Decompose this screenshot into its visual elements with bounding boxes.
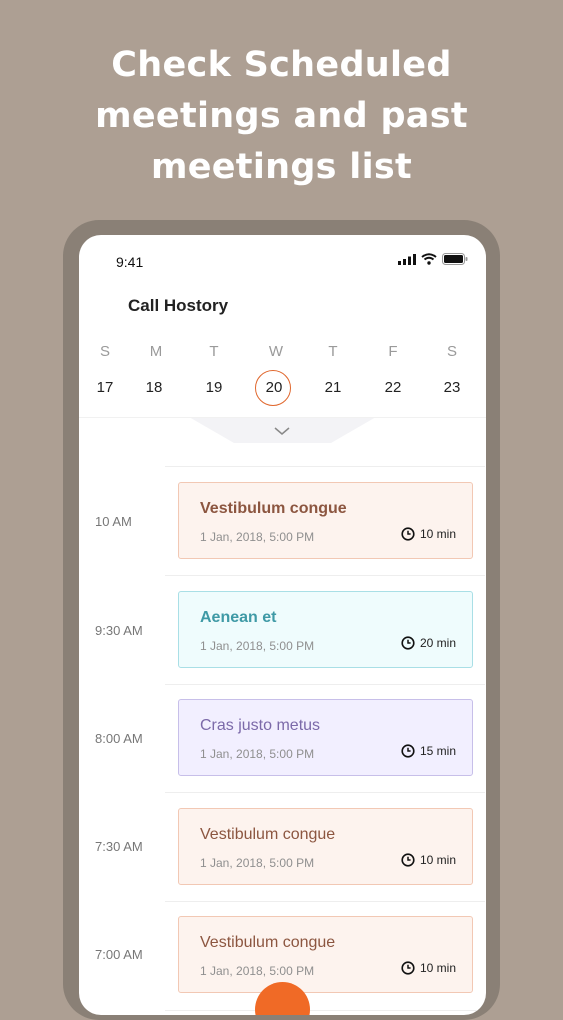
divider: [79, 417, 486, 418]
time-label: 9:30 AM: [95, 623, 143, 638]
weekday-letter: S: [446, 343, 457, 360]
phone-screen: 9:41 Call Hostory S M T W T F S 17 18 19…: [79, 235, 486, 1015]
meeting-title: Cras justo metus: [200, 717, 321, 734]
timeline-divider: [165, 466, 485, 467]
meeting-title: Aenean et: [200, 609, 277, 626]
time-label: 8:00 AM: [95, 731, 143, 746]
meeting-date: 1 Jan, 2018, 5:00 PM: [200, 856, 315, 870]
clock-icon: [401, 853, 415, 867]
time-label: 10 AM: [95, 514, 132, 529]
weekday-letter: W: [268, 343, 284, 360]
meeting-date: 1 Jan, 2018, 5:00 PM: [200, 639, 315, 653]
meeting-title: Vestibulum congue: [200, 500, 347, 517]
clock-icon: [401, 636, 415, 650]
meeting-duration: 20 min: [401, 636, 456, 650]
weekday-letter: T: [209, 343, 219, 360]
meeting-title: Vestibulum congue: [200, 826, 336, 843]
headline-line-2: meetings and past: [95, 96, 468, 136]
day-18[interactable]: 18: [134, 379, 174, 396]
meeting-card[interactable]: Vestibulum congue 1 Jan, 2018, 5:00 PM 1…: [178, 916, 473, 993]
status-icons: [398, 253, 468, 265]
day-22[interactable]: 22: [373, 379, 413, 396]
status-time: 9:41: [116, 254, 144, 270]
meeting-card[interactable]: Cras justo metus 1 Jan, 2018, 5:00 PM 15…: [178, 699, 473, 776]
headline: Check Scheduled meetings and past meetin…: [0, 40, 563, 193]
clock-icon: [401, 744, 415, 758]
meeting-duration: 15 min: [401, 744, 456, 758]
duration-text: 10 min: [419, 527, 456, 541]
meeting-date: 1 Jan, 2018, 5:00 PM: [200, 747, 315, 761]
timeline-divider: [165, 792, 485, 793]
meeting-duration: 10 min: [401, 527, 456, 541]
day-19[interactable]: 19: [194, 379, 234, 396]
clock-icon: [401, 961, 415, 975]
meeting-duration: 10 min: [401, 961, 456, 975]
selected-day-ring: [255, 370, 291, 406]
meeting-date: 1 Jan, 2018, 5:00 PM: [200, 530, 315, 544]
signal-icon: [398, 253, 416, 265]
day-17[interactable]: 17: [85, 379, 125, 396]
duration-text: 10 min: [419, 961, 456, 975]
timeline-divider: [165, 1010, 485, 1011]
time-label: 7:00 AM: [95, 947, 143, 962]
meeting-card[interactable]: Vestibulum congue 1 Jan, 2018, 5:00 PM 1…: [178, 482, 473, 559]
day-21[interactable]: 21: [313, 379, 353, 396]
weekday-letter: F: [388, 343, 398, 360]
headline-line-1: Check Scheduled: [111, 45, 452, 85]
meeting-card[interactable]: Vestibulum congue 1 Jan, 2018, 5:00 PM 1…: [178, 808, 473, 885]
timeline-divider: [165, 901, 485, 902]
time-label: 7:30 AM: [95, 839, 143, 854]
battery-icon: [442, 253, 468, 265]
meeting-title: Vestibulum congue: [200, 934, 336, 951]
meeting-duration: 10 min: [401, 853, 456, 867]
weekday-letter: T: [328, 343, 338, 360]
meeting-card[interactable]: Aenean et 1 Jan, 2018, 5:00 PM 20 min: [178, 591, 473, 668]
timeline-divider: [165, 684, 485, 685]
meeting-date: 1 Jan, 2018, 5:00 PM: [200, 964, 315, 978]
wifi-icon: [421, 253, 437, 265]
duration-text: 15 min: [419, 744, 456, 758]
clock-icon: [401, 527, 415, 541]
headline-line-3: meetings list: [150, 147, 413, 187]
duration-text: 10 min: [419, 853, 456, 867]
weekday-letter: M: [149, 343, 163, 360]
duration-text: 20 min: [419, 636, 456, 650]
expand-calendar-tab[interactable]: [79, 417, 486, 447]
weekday-letter: S: [99, 343, 110, 360]
day-23[interactable]: 23: [432, 379, 472, 396]
week-days: S M T W T F S 17 18 19 20 21 22 23: [79, 343, 486, 396]
page-title: Call Hostory: [128, 296, 229, 315]
timeline-divider: [165, 575, 485, 576]
